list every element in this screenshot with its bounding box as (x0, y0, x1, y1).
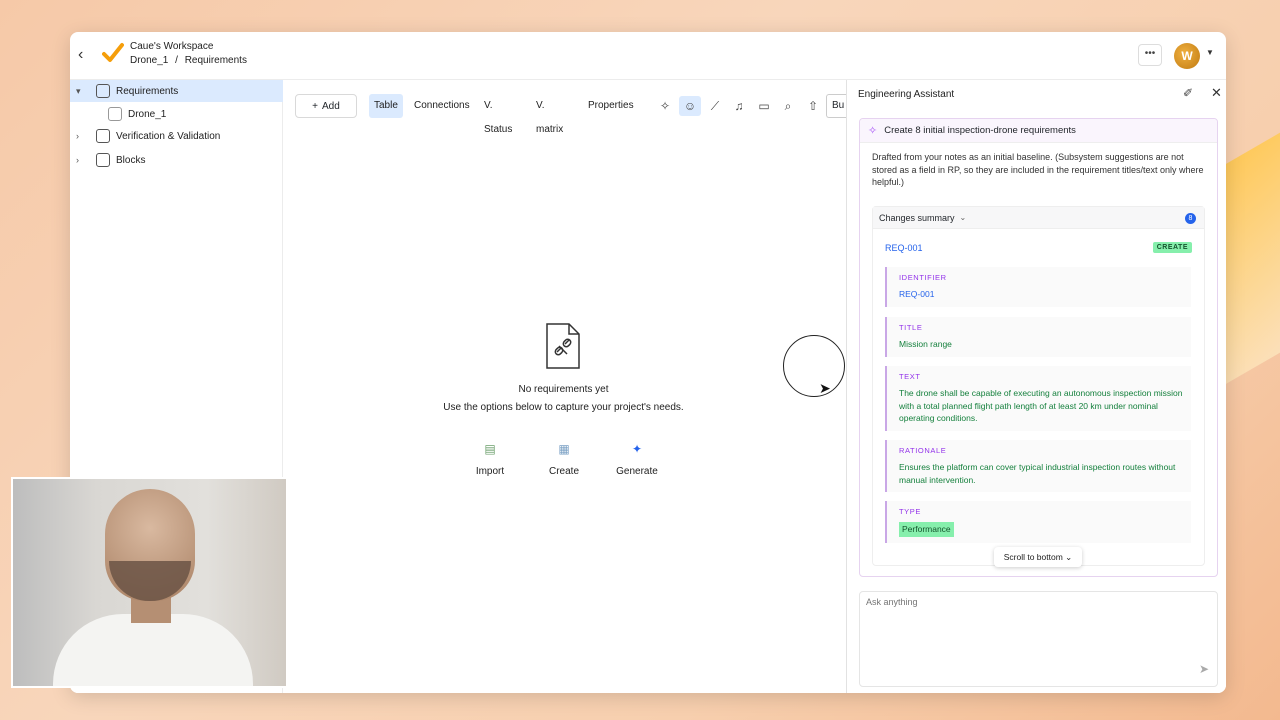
chevron-right-icon[interactable]: › (76, 131, 88, 141)
sidebar-item-blocks[interactable]: › Blocks (70, 149, 283, 171)
scroll-to-bottom-button[interactable]: Scroll to bottom ⌄ (994, 547, 1082, 567)
empty-state-title: No requirements yet (518, 384, 609, 395)
chevron-down-icon: ⌄ (1065, 552, 1073, 562)
sidebar-item-label: Drone_1 (128, 108, 167, 120)
breadcrumb-page[interactable]: Requirements (185, 55, 247, 66)
changes-summary-label: Changes summary (879, 212, 955, 223)
document-link-icon (546, 323, 580, 369)
magic-wand-icon[interactable]: ✧ (654, 96, 676, 116)
chevron-down-icon: ⌄ (959, 213, 967, 222)
breadcrumb-project[interactable]: Drone_1 (130, 55, 168, 66)
document-icon (108, 107, 122, 121)
sparkle-icon: ✦ (631, 442, 643, 456)
tab-properties[interactable]: Properties (583, 94, 639, 118)
blocks-icon (96, 153, 110, 167)
close-icon[interactable]: ✕ (1211, 85, 1222, 101)
sidebar-item-label: Verification & Validation (116, 130, 221, 142)
requirement-id[interactable]: REQ-001 (885, 243, 923, 253)
breadcrumb: Drone_1 / Requirements (130, 55, 251, 66)
field-label: RATIONALE (899, 446, 947, 455)
assistant-panel: Engineering Assistant ✐ ✕ ✧ Create 8 ini… (846, 80, 1226, 693)
import-label: Import (475, 466, 505, 477)
field-value: REQ-001 (899, 289, 935, 299)
field-value: The drone shall be capable of executing … (899, 388, 1183, 423)
field-label: TYPE (899, 507, 921, 516)
chevron-down-icon[interactable]: ▼ (1206, 48, 1214, 57)
chart-line-icon[interactable]: ⟋ (704, 96, 726, 116)
sidebar-item-requirements[interactable]: ▾ Requirements (70, 80, 283, 102)
create-button[interactable]: ▦ Create (534, 442, 594, 477)
field-label: IDENTIFIER (899, 273, 947, 282)
add-button-label: Add (322, 100, 340, 112)
send-icon[interactable]: ➤ (1199, 662, 1209, 676)
tab-v-status[interactable]: V. Status (479, 94, 517, 135)
field-rationale: RATIONALE Ensures the platform can cover… (885, 440, 1191, 492)
field-value: Performance (899, 522, 954, 537)
webcam-overlay (11, 477, 288, 688)
proposal-title: Create 8 initial inspection-drone requir… (884, 125, 1076, 136)
changes-count-badge: 8 (1185, 213, 1196, 224)
ask-input[interactable] (866, 597, 1166, 607)
import-button[interactable]: ▤ Import (460, 442, 520, 477)
sparkle-icon: ✧ (868, 125, 878, 137)
field-value: Ensures the platform can cover typical i… (899, 462, 1176, 485)
empty-state-subtitle: Use the options below to capture your pr… (443, 402, 684, 413)
field-identifier: IDENTIFIER REQ-001 (885, 267, 1191, 307)
workspace-title[interactable]: Caue's Workspace (130, 41, 213, 52)
cursor-highlight (783, 335, 845, 397)
bell-icon[interactable]: ♫ (728, 96, 750, 116)
tab-v-matrix[interactable]: V. matrix (531, 94, 568, 135)
field-title: TITLE Mission range (885, 317, 1191, 357)
chat-input-box[interactable]: ➤ (859, 591, 1218, 687)
scroll-label: Scroll to bottom (1003, 552, 1063, 562)
create-label: Create (548, 466, 579, 477)
sidebar-item-label: Requirements (116, 85, 179, 97)
background-streak (1220, 132, 1280, 388)
search-icon[interactable]: ⌕ (777, 96, 799, 116)
assistant-bot-icon[interactable]: ☺ (679, 96, 701, 116)
back-arrow-icon[interactable]: ‹ (78, 46, 96, 64)
logo-check-icon (102, 43, 124, 62)
more-options-button[interactable]: ••• (1138, 44, 1162, 66)
field-type: TYPE Performance (885, 501, 1191, 543)
changes-summary-header[interactable]: Changes summary ⌄ 8 (873, 207, 1204, 229)
tab-connections[interactable]: Connections (409, 94, 475, 118)
bulk-button[interactable]: Bu (826, 94, 846, 118)
create-icon: ▦ (558, 442, 570, 456)
breadcrumb-separator: / (175, 55, 178, 66)
assistant-proposal-card: ✧ Create 8 initial inspection-drone requ… (859, 118, 1218, 577)
field-label: TITLE (899, 323, 923, 332)
requirements-icon (96, 84, 110, 98)
field-label: TEXT (899, 372, 921, 381)
chevron-right-icon[interactable]: › (76, 155, 88, 165)
plus-icon: + (312, 100, 319, 112)
sidebar-item-label: Blocks (116, 154, 146, 166)
field-value: Mission range (899, 339, 952, 349)
tab-table[interactable]: Table (369, 94, 403, 118)
verification-icon (96, 129, 110, 143)
import-icon: ▤ (484, 442, 496, 456)
top-bar: ‹ Caue's Workspace Drone_1 / Requirement… (70, 32, 1226, 80)
pin-icon[interactable]: ✐ (1183, 86, 1193, 100)
sidebar-item-drone-1[interactable]: Drone_1 (70, 103, 283, 125)
chevron-down-icon[interactable]: ▾ (76, 86, 88, 97)
changes-summary: Changes summary ⌄ 8 REQ-001 CREATE IDENT… (872, 206, 1205, 566)
sidebar-item-verification[interactable]: › Verification & Validation (70, 125, 283, 147)
assistant-title: Engineering Assistant (858, 89, 955, 100)
mouse-cursor-icon: ➤ (819, 380, 831, 396)
create-tag: CREATE (1152, 242, 1192, 253)
generate-button[interactable]: ✦ Generate (607, 442, 667, 477)
avatar[interactable]: W (1174, 43, 1200, 69)
generate-label: Generate (616, 466, 658, 477)
upload-icon[interactable]: ⇧ (802, 96, 824, 116)
proposal-header[interactable]: ✧ Create 8 initial inspection-drone requ… (860, 119, 1217, 143)
comment-icon[interactable]: ▭ (753, 96, 775, 116)
add-button[interactable]: + Add (295, 94, 357, 118)
proposal-description: Drafted from your notes as an initial ba… (872, 152, 1204, 187)
field-text: TEXT The drone shall be capable of execu… (885, 366, 1191, 431)
